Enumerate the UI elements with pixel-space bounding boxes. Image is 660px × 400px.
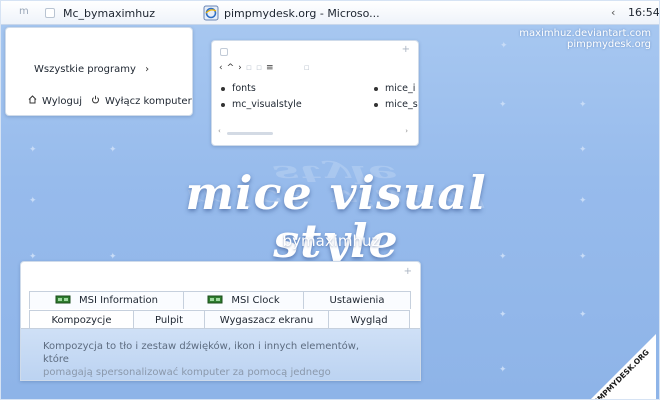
- horizontal-scrollbar[interactable]: [227, 132, 273, 135]
- power-icon: [91, 95, 100, 107]
- logout-button[interactable]: Wyloguj: [28, 95, 82, 107]
- maximize-icon[interactable]: +: [402, 44, 410, 55]
- sparkle-decoration: ✦: [579, 196, 587, 206]
- sparkle-decoration: ✦: [499, 365, 507, 375]
- tab-label: MSI Information: [79, 295, 158, 306]
- credit-pimpmydesk: pimpmydesk.org: [567, 39, 651, 50]
- home-icon: [28, 95, 37, 107]
- view-icon[interactable]: ▫: [246, 63, 253, 73]
- logout-label: Wyloguj: [42, 95, 82, 107]
- shutdown-label: Wyłącz komputer: [105, 95, 192, 107]
- taskbar-item-browser[interactable]: pimpmydesk.org - Microso...: [203, 1, 380, 25]
- sparkle-decoration: ✦: [109, 145, 117, 155]
- tab-msi-clock[interactable]: MSI Clock: [183, 291, 304, 309]
- chip-icon: [55, 295, 71, 307]
- hero-subtitle: bymaximhuz: [282, 232, 380, 250]
- view-icon[interactable]: ▫: [304, 63, 311, 73]
- tab-kompozycje[interactable]: Kompozycje: [29, 310, 134, 329]
- sparkle-decoration: ✦: [29, 145, 37, 155]
- tab-row-top: MSI Information MSI Clock Ustawienia: [29, 291, 412, 309]
- file-item[interactable]: mice_s: [374, 99, 418, 110]
- hero-title: mice visual style: [185, 166, 487, 268]
- shutdown-button[interactable]: Wyłącz komputer: [91, 95, 192, 107]
- sparkle-decoration: ✦: [499, 310, 507, 320]
- tab-label: Kompozycje: [51, 314, 112, 326]
- file-item[interactable]: fonts: [221, 83, 256, 94]
- tab-msi-information[interactable]: MSI Information: [29, 291, 184, 309]
- up-icon[interactable]: ^: [227, 63, 236, 73]
- tab-label: MSI Clock: [231, 295, 280, 306]
- chevron-right-icon: ›: [145, 64, 150, 75]
- folder-icon: [221, 102, 225, 107]
- folder-icon: [221, 86, 225, 91]
- sparkle-decoration: ✦: [579, 252, 587, 262]
- all-programs-item[interactable]: Wszystkie programy ›: [34, 64, 149, 75]
- folder-icon: [374, 86, 378, 91]
- file-name: mice_i: [385, 83, 416, 94]
- list-view-icon[interactable]: ≡: [266, 63, 275, 73]
- tab-pulpit[interactable]: Pulpit: [133, 310, 205, 329]
- sparkle-decoration: ✦: [499, 100, 507, 110]
- sparkle-decoration: ✦: [29, 196, 37, 206]
- taskbar-item-label: Mc_bymaximhuz: [63, 6, 155, 20]
- tab-wygaszacz-ekranu[interactable]: Wygaszacz ekranu: [204, 310, 329, 329]
- file-name: fonts: [232, 83, 256, 94]
- explorer-window: + ‹ ^ › ▫ ▫ ≡ ▫ fonts mc_visualstyle mic…: [211, 40, 419, 146]
- view-icon[interactable]: ▫: [256, 63, 263, 73]
- chip-icon: [207, 295, 223, 307]
- taskbar-item-mc-bymaximhuz[interactable]: Mc_bymaximhuz: [45, 1, 155, 25]
- display-properties-window: + MSI Information MSI Clock Ustawienia K…: [20, 261, 421, 381]
- file-item[interactable]: mc_visualstyle: [221, 99, 302, 110]
- start-menu: Wszystkie programy › Wyloguj Wyłącz komp…: [5, 27, 193, 116]
- back-icon[interactable]: ‹: [219, 63, 224, 73]
- scroll-right-icon[interactable]: ›: [405, 127, 408, 135]
- credit-deviantart: maximhuz.deviantart.com: [519, 28, 651, 39]
- sparkle-decoration: ✦: [579, 145, 587, 155]
- start-button[interactable]: m: [19, 6, 29, 17]
- tray-expand-icon[interactable]: ‹: [611, 6, 615, 19]
- tab-row-bottom: Kompozycje Pulpit Wygaszacz ekranu Wyglą…: [29, 310, 412, 329]
- clock[interactable]: 16:54: [628, 6, 659, 19]
- taskbar: m Mc_bymaximhuz pimpmydesk.org - Microso…: [1, 1, 659, 25]
- tab-label: Wygląd: [350, 314, 388, 326]
- window-menu-icon[interactable]: [220, 48, 228, 56]
- sparkle-decoration: ✦: [579, 310, 587, 320]
- taskbar-item-label: pimpmydesk.org - Microso...: [224, 6, 380, 20]
- tab-label: Wygaszacz ekranu: [219, 314, 314, 326]
- tab-label: Pulpit: [154, 314, 184, 326]
- browser-icon: [203, 5, 219, 21]
- tab-ustawienia[interactable]: Ustawienia: [303, 291, 411, 309]
- forward-icon[interactable]: ›: [238, 63, 243, 73]
- description-line: pomagają spersonalizować komputer za pom…: [43, 367, 331, 378]
- maximize-icon[interactable]: +: [404, 266, 412, 277]
- description-line: Kompozycja to tło i zestaw dźwięków, iko…: [43, 341, 360, 365]
- sparkle-decoration: ✦: [579, 100, 587, 110]
- file-item[interactable]: mice_i: [374, 83, 415, 94]
- tab-content: Kompozycja to tło i zestaw dźwięków, iko…: [21, 328, 420, 380]
- tab-label: Ustawienia: [329, 295, 385, 306]
- sparkle-decoration: ✦: [500, 41, 508, 51]
- themes-description: Kompozycja to tło i zestaw dźwięków, iko…: [43, 340, 383, 380]
- tab-wyglad[interactable]: Wygląd: [328, 310, 410, 329]
- desktop[interactable]: ✦ ✦ ✦ ✦ ✦ ✦ ✦ ✦ ✦ ✦ ✦ ✦ ✦ ✦ ✦ ✦ ✦ m Mc_b…: [0, 0, 660, 400]
- folder-icon: [374, 102, 378, 107]
- scroll-left-icon[interactable]: ‹: [218, 127, 221, 135]
- pimpmydesk-watermark: PIMPMYDESK.ORG: [586, 334, 656, 399]
- navigation-bar: ‹ ^ › ▫ ▫ ≡ ▫: [219, 63, 311, 73]
- window-icon: [45, 8, 55, 18]
- file-name: mice_s: [385, 99, 418, 110]
- all-programs-label: Wszystkie programy: [34, 64, 136, 75]
- file-name: mc_visualstyle: [232, 99, 302, 110]
